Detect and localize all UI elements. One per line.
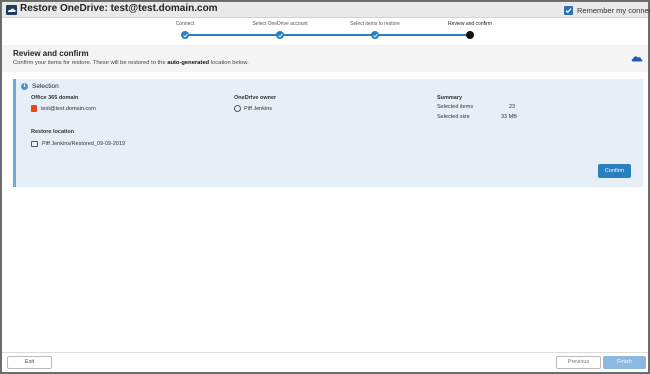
step-label-select-account: Select OneDrive account bbox=[252, 21, 308, 27]
title-bar: Restore OneDrive: test@test.domain.com R… bbox=[2, 2, 650, 18]
selection-panel: i Selection Office 365 domain test@test.… bbox=[13, 79, 643, 187]
selection-title: Selection bbox=[32, 83, 59, 90]
step-label-select-items: Select items to restore bbox=[350, 21, 400, 27]
exit-button[interactable]: Exit bbox=[7, 356, 52, 369]
page-title: Review and confirm bbox=[13, 49, 89, 58]
info-icon: i bbox=[21, 83, 28, 90]
wizard-footer: Exit Previous Finish bbox=[2, 352, 648, 372]
folder-icon bbox=[31, 141, 38, 147]
step-current-icon bbox=[466, 31, 474, 39]
remember-checkbox[interactable] bbox=[564, 5, 573, 15]
domain-label: Office 365 domain bbox=[31, 95, 79, 101]
review-header: Review and confirm Confirm your items fo… bbox=[2, 45, 648, 72]
finish-button[interactable]: Finish bbox=[603, 356, 646, 369]
step-done-icon bbox=[371, 31, 379, 39]
selected-size-value: 33 MB bbox=[501, 114, 517, 120]
restore-location-label: Restore location bbox=[31, 129, 75, 135]
step-done-icon bbox=[181, 31, 189, 39]
onedrive-app-icon bbox=[6, 5, 17, 15]
subtitle-suffix: location below. bbox=[209, 60, 249, 66]
office-icon bbox=[31, 105, 37, 112]
cloud-icon bbox=[631, 56, 643, 62]
stepper-track bbox=[185, 34, 468, 36]
owner-label: OneDrive owner bbox=[234, 95, 277, 101]
summary-label: Summary bbox=[437, 95, 463, 101]
selected-items-label: Selected items bbox=[437, 104, 474, 110]
window-title: Restore OneDrive: test@test.domain.com bbox=[20, 3, 218, 14]
remember-label: Remember my connection bbox=[577, 5, 650, 15]
owner-value: Piff Jenkins bbox=[244, 106, 273, 112]
step-label-connect: Connect bbox=[175, 21, 195, 27]
person-icon bbox=[234, 105, 241, 112]
step-done-icon bbox=[276, 31, 284, 39]
check-icon bbox=[565, 7, 572, 13]
wizard-stepper: Connect Select OneDrive account Select i… bbox=[2, 18, 648, 43]
restore-window: Restore OneDrive: test@test.domain.com R… bbox=[1, 1, 650, 373]
remember-connection[interactable]: Remember my connection ? bbox=[564, 4, 650, 16]
subtitle-prefix: Confirm your items for restore. These wi… bbox=[13, 60, 168, 66]
restore-location-value: Piff Jenkins/Restored_09-09-2019 bbox=[42, 141, 126, 147]
page-subtitle: Confirm your items for restore. These wi… bbox=[13, 60, 249, 66]
subtitle-emphasis: auto-generated bbox=[167, 60, 210, 66]
selected-items-value: 23 bbox=[509, 104, 516, 110]
step-label-review: Review and confirm bbox=[448, 21, 492, 27]
previous-button[interactable]: Previous bbox=[556, 356, 601, 369]
domain-value: test@test.domain.com bbox=[41, 106, 96, 112]
confirm-button[interactable]: Confirm bbox=[598, 164, 631, 178]
selected-size-label: Selected size bbox=[437, 114, 470, 120]
